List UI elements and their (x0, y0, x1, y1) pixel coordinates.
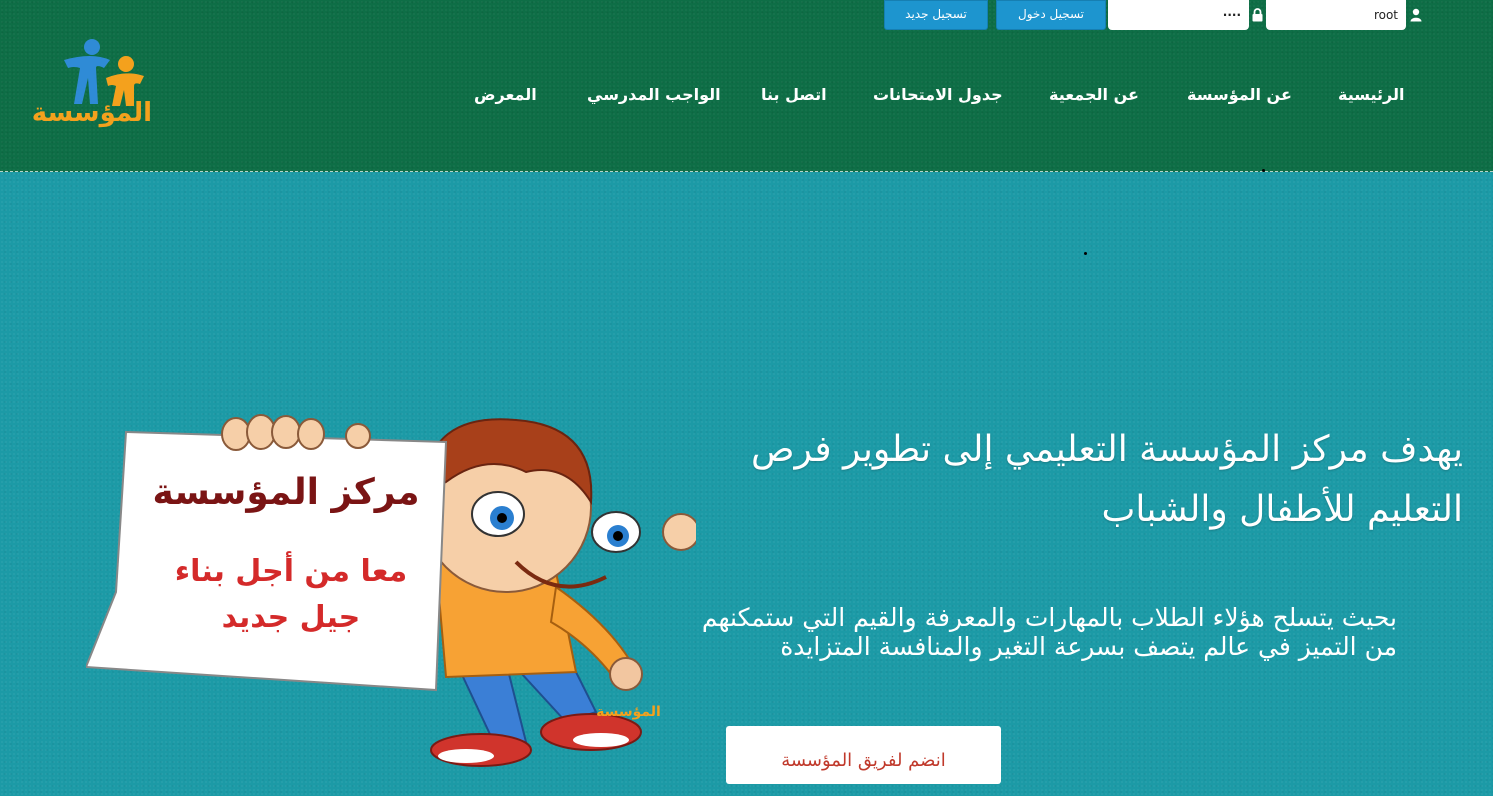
nav-item-contact[interactable]: اتصل بنا (761, 85, 827, 104)
register-button[interactable]: تسجيل جديد (884, 0, 988, 30)
nav-item-home[interactable]: الرئيسية (1338, 85, 1405, 104)
sign-line-1: معا من أجل بناء (174, 554, 408, 589)
user-icon (1410, 8, 1422, 22)
site-logo[interactable]: المؤسسة (31, 38, 153, 146)
nav-item-about-association[interactable]: عن الجمعية (1049, 85, 1139, 104)
nav-item-homework[interactable]: الواجب المدرسي (587, 85, 721, 104)
stray-dot (1262, 169, 1265, 172)
login-button[interactable]: تسجيل دخول (996, 0, 1106, 30)
hero-title: يهدف مركز المؤسسة التعليمي إلى تطوير فرص… (750, 429, 1463, 530)
nav-item-gallery[interactable]: المعرض (474, 85, 537, 104)
sign-title: مركز المؤسسة (152, 472, 420, 513)
lock-icon (1252, 8, 1264, 22)
password-input[interactable]: ···· (1108, 0, 1249, 30)
username-input[interactable]: root (1266, 0, 1406, 30)
shoe-logo-badge: المؤسسة (596, 704, 661, 720)
stray-dot (1084, 252, 1087, 255)
hero-description: بحيث يتسلح هؤلاء الطلاب بالمهارات والمعر… (701, 603, 1397, 661)
boy-with-sign-illustration: مركز المؤسسة معا من أجل بناء جيل جديد ال… (84, 412, 700, 772)
nav-item-about-institution[interactable]: عن المؤسسة (1187, 85, 1292, 104)
logo-text: المؤسسة (31, 98, 153, 128)
sign-line-2: جيل جديد (221, 600, 361, 635)
nav-item-exam-schedule[interactable]: جدول الامتحانات (873, 85, 1003, 104)
join-team-button[interactable]: انضم لفريق المؤسسة (726, 726, 1001, 784)
site-header: root ···· تسجيل دخول تسجيل جديد الرئيسية… (0, 0, 1493, 172)
